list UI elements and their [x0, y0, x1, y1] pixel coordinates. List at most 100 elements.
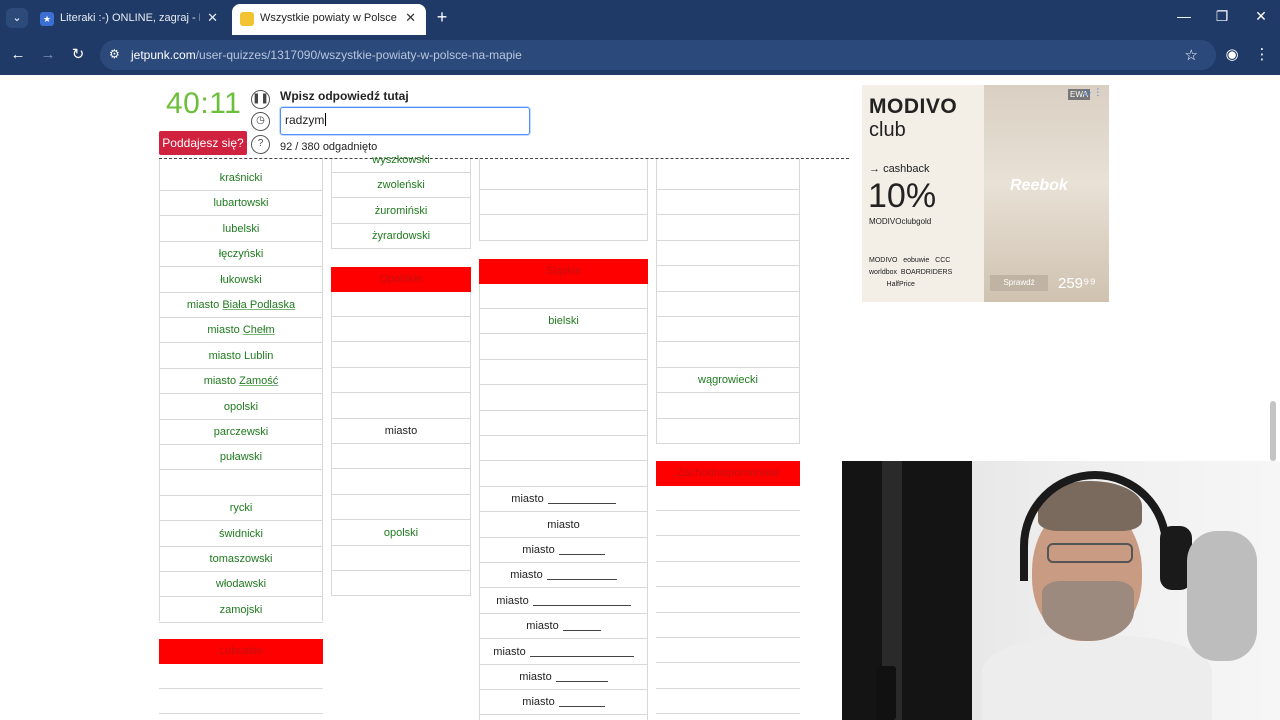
- answer-cell: miasto Chełm: [159, 318, 323, 344]
- empty-answer-cell: [159, 664, 323, 689]
- city-name: Biała Podlaska: [222, 299, 296, 311]
- answer-cell: [159, 471, 323, 496]
- reload-icon[interactable]: ↻: [68, 45, 88, 65]
- close-window-icon[interactable]: ✕: [1251, 8, 1271, 25]
- literaki-favicon-icon: ★: [40, 12, 54, 26]
- empty-answer-cell: [656, 486, 800, 511]
- tab-literaki[interactable]: ★ Literaki :-) ONLINE, zagraj - Kur ✕: [32, 4, 228, 35]
- answer-cell: miasto Zamość: [159, 369, 323, 395]
- answer-cell: żuromiński: [331, 199, 471, 224]
- answer-text: miasto: [522, 696, 555, 709]
- answer-cell: miasto: [479, 563, 648, 589]
- minimize-icon[interactable]: —: [1174, 8, 1194, 24]
- answer-cell: [479, 411, 648, 436]
- menu-icon[interactable]: ⋮: [1252, 45, 1272, 65]
- tab-search-button[interactable]: ⌄: [6, 8, 28, 28]
- address-bar[interactable]: ⚙ jetpunk.com/user-quizzes/1317090/wszys…: [100, 40, 1216, 70]
- answer-cell: zwoleński: [331, 173, 471, 199]
- new-tab-button[interactable]: +: [432, 6, 452, 28]
- answer-cell: [479, 386, 648, 411]
- answer-cell: lubelski: [159, 217, 323, 242]
- close-tab-icon[interactable]: ✕: [207, 10, 218, 26]
- empty-answer-cell: [159, 689, 323, 715]
- obscured-answer-line: [558, 545, 605, 556]
- answer-cell: [656, 394, 800, 419]
- answer-cell: miasto: [479, 614, 648, 640]
- tab-jetpunk[interactable]: Wszystkie powiaty w Polsce na m ✕: [232, 4, 426, 35]
- text-caret: [325, 113, 327, 126]
- close-tab-icon[interactable]: ✕: [405, 10, 416, 26]
- empty-answer-cell: [479, 216, 648, 241]
- forward-icon[interactable]: →: [38, 45, 58, 65]
- restore-icon[interactable]: ❐: [1212, 8, 1232, 25]
- webcam-shirt: [982, 636, 1212, 720]
- answer-cell: [656, 165, 800, 190]
- ad-choices-icon[interactable]: ▷ ⋮: [1084, 87, 1102, 98]
- ad-cta-button[interactable]: Sprawdź: [990, 275, 1048, 291]
- answer-cell: lubartowski: [159, 191, 323, 217]
- site-info-icon[interactable]: ⚙: [109, 47, 120, 61]
- empty-answer-cell: [656, 689, 800, 715]
- back-icon[interactable]: ←: [8, 45, 28, 65]
- answer-cell: [331, 343, 471, 368]
- empty-answer-cell: [656, 511, 800, 537]
- empty-answer-cell: [656, 613, 800, 638]
- bookmark-star-icon[interactable]: ☆: [1185, 46, 1198, 64]
- answer-text: miasto: [511, 493, 544, 506]
- tab-title: Wszystkie powiaty w Polsce na m: [260, 12, 400, 24]
- answer-cell: [656, 292, 800, 317]
- answer-cell: [331, 394, 471, 419]
- answer-text: miasto: [547, 518, 580, 531]
- region-header-slaskie: Śląskie: [479, 259, 648, 284]
- empty-answer-cell: [479, 190, 648, 216]
- answer-cell: kraśnicki: [159, 166, 323, 191]
- answer-text: miasto: [522, 544, 555, 556]
- column-wielkopolskie-zachodniopomorskie: wągrowiecki Zachodniopomorskie: [656, 75, 800, 720]
- answer-cell: zamojski: [159, 598, 323, 623]
- answer-text: bielski: [548, 315, 579, 328]
- webcam-dark-wall: [842, 461, 972, 720]
- answer-cell: bielski: [479, 309, 648, 335]
- answer-cell: wyszkowski: [331, 148, 471, 173]
- advertisement[interactable]: MODIVO club → cashback 10% MODIVOclubgol…: [862, 85, 1109, 302]
- obscured-answer-line: [547, 494, 616, 505]
- answer-cell: [331, 546, 471, 571]
- ad-price: 259⁹⁹: [1058, 275, 1096, 292]
- ad-percent: 10%: [868, 177, 937, 215]
- answer-text: miasto: [510, 569, 543, 582]
- ad-brand-sub: club: [869, 119, 906, 141]
- empty-answer-cell: [656, 588, 800, 613]
- answer-cell: [331, 470, 471, 495]
- answer-cell: [479, 360, 648, 386]
- answer-cell: [331, 571, 471, 597]
- answer-cell: miasto: [479, 589, 648, 614]
- scrollbar-thumb[interactable]: [1270, 401, 1276, 461]
- answer-cell: [656, 317, 800, 343]
- answer-cell: miasto: [479, 487, 648, 513]
- obscured-answer-line: [555, 672, 608, 683]
- webcam-beard: [1042, 581, 1134, 641]
- answer-cell: [479, 335, 648, 360]
- empty-answer-cell: [656, 638, 800, 664]
- answer-cell: miasto: [479, 513, 648, 538]
- obscured-answer-line: [546, 570, 617, 581]
- obscured-answer-line: [558, 697, 605, 708]
- answer-cell: opolski: [331, 521, 471, 546]
- answer-cell: włodawski: [159, 572, 323, 598]
- answer-cell: [656, 267, 800, 292]
- answer-cell: [479, 462, 648, 487]
- column-slaskie: Śląskie bielski miasto miasto miasto miasto mi…: [479, 75, 648, 720]
- answer-cell: [479, 436, 648, 462]
- toolbar: ← → ↻ ⚙ jetpunk.com/user-quizzes/1317090…: [0, 35, 1280, 75]
- answer-text: miasto: [496, 594, 529, 607]
- answer-cell: [656, 343, 800, 368]
- answer-text: miasto: [526, 620, 559, 633]
- answer-cell: [656, 241, 800, 267]
- ad-brand-list: MODIVO eobuwie CCC worldbox BOARDRIDERS …: [869, 257, 953, 288]
- region-header-lubuskie: Lubuskie: [159, 639, 323, 664]
- answer-cell: [331, 444, 471, 470]
- profile-icon[interactable]: ◉: [1222, 45, 1242, 65]
- column-mazowieckie-opolskie: wyszkowski zwoleński żuromiński żyrardowski…: [331, 75, 471, 720]
- answer-cell: tomaszowski: [159, 547, 323, 572]
- answer-cell: rycki: [159, 496, 323, 522]
